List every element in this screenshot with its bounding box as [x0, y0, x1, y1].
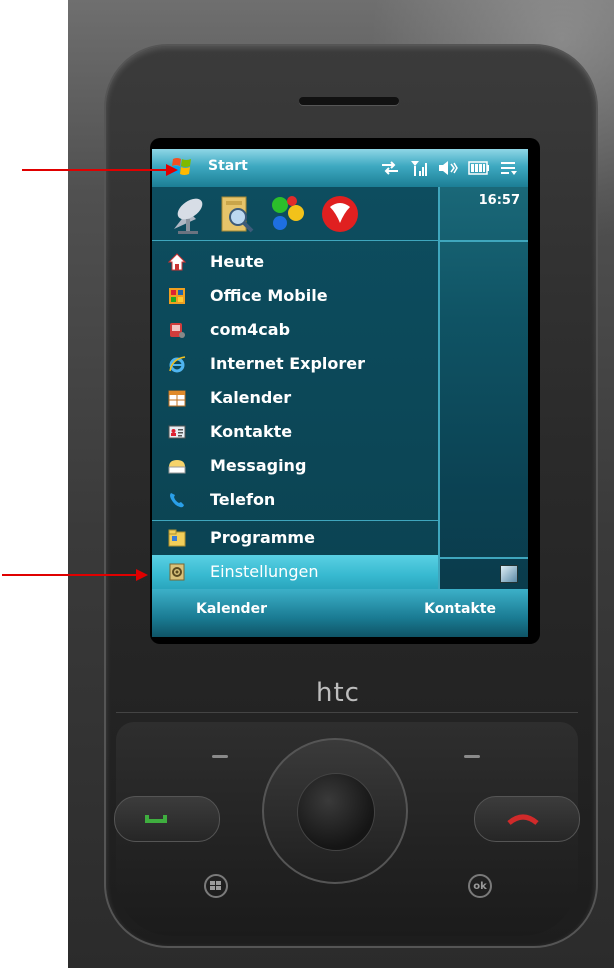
right-indicator — [464, 755, 480, 758]
calendar-icon — [168, 390, 186, 407]
phone-icon — [170, 493, 184, 508]
programs-folder-icon — [168, 529, 186, 547]
call-button[interactable] — [114, 796, 220, 842]
connectivity-icon[interactable] — [380, 159, 400, 177]
menu-item-com4cab[interactable]: com4cab — [152, 313, 438, 347]
com4cab-icon — [170, 323, 185, 338]
menu-item-label: Internet Explorer — [210, 354, 366, 373]
menu-item-programme[interactable]: Programme — [152, 521, 438, 555]
clock[interactable]: 16:57 — [479, 193, 520, 208]
office-icon — [169, 288, 185, 304]
menu-item-label: Telefon — [210, 490, 276, 509]
today-plugin-icon[interactable] — [500, 565, 518, 583]
menu-item-office-mobile[interactable]: Office Mobile — [152, 279, 438, 313]
end-call-button[interactable] — [474, 796, 580, 842]
menu-item-label: Messaging — [210, 456, 307, 475]
home-icon — [168, 253, 186, 271]
recent-programs — [152, 187, 438, 241]
menu-item-label: Kalender — [210, 388, 292, 407]
title-bar: Start — [152, 149, 528, 187]
file-explorer-icon[interactable] — [214, 193, 258, 235]
start-title[interactable]: Start — [208, 158, 248, 174]
windows-button[interactable] — [204, 874, 228, 898]
tomtom-icon[interactable] — [318, 193, 362, 235]
annotation-arrow-settings — [2, 569, 148, 581]
menu-item-label: Einstellungen — [210, 562, 319, 581]
menu-item-telefon[interactable]: Telefon — [152, 483, 438, 517]
battery-icon[interactable] — [468, 161, 490, 175]
menu-item-einstellungen[interactable]: Einstellungen — [152, 555, 438, 589]
menu-item-kontakte[interactable]: Kontakte — [152, 415, 438, 449]
menu-list-icon[interactable] — [500, 160, 518, 176]
menu-item-heute[interactable]: Heute — [152, 245, 438, 279]
contacts-icon — [168, 425, 186, 439]
volume-icon[interactable] — [438, 159, 458, 177]
windows-flag-icon — [210, 881, 221, 890]
end-call-icon — [507, 814, 539, 825]
internet-explorer-icon — [169, 356, 186, 373]
satellite-icon[interactable] — [166, 193, 210, 235]
softkey-bar: Kalender Kontakte — [152, 589, 528, 637]
brand-logo: htc — [316, 678, 360, 708]
menu-item-label: Kontakte — [210, 422, 293, 441]
ok-button[interactable]: ok — [468, 874, 492, 898]
menu-item-kalender[interactable]: Kalender — [152, 381, 438, 415]
device-screen: Start 16:57 Heute Office Mobile com4cab … — [152, 149, 528, 637]
menu-item-label: Heute — [210, 252, 265, 271]
menu-item-label: Office Mobile — [210, 286, 328, 305]
today-divider-bottom — [440, 557, 528, 559]
messaging-icon — [168, 460, 186, 474]
menu-item-label: Programme — [210, 528, 315, 547]
keypad-divider — [116, 712, 578, 713]
menu-item-label: com4cab — [210, 320, 291, 339]
start-menu: Heute Office Mobile com4cab Internet Exp… — [152, 187, 440, 589]
earpiece-speaker — [299, 97, 399, 105]
colored-balls-icon[interactable] — [266, 193, 310, 235]
navigation-center-button[interactable] — [297, 773, 375, 851]
left-softkey[interactable]: Kalender — [196, 601, 267, 617]
call-icon — [145, 815, 167, 823]
right-softkey[interactable]: Kontakte — [424, 601, 496, 617]
status-icons — [380, 157, 518, 179]
menu-item-internet-explorer[interactable]: Internet Explorer — [152, 347, 438, 381]
today-divider — [440, 240, 528, 242]
settings-icon — [169, 563, 185, 581]
annotation-arrow-start — [22, 164, 178, 176]
left-indicator — [212, 755, 228, 758]
menu-item-messaging[interactable]: Messaging — [152, 449, 438, 483]
signal-strength-icon[interactable] — [410, 159, 428, 177]
